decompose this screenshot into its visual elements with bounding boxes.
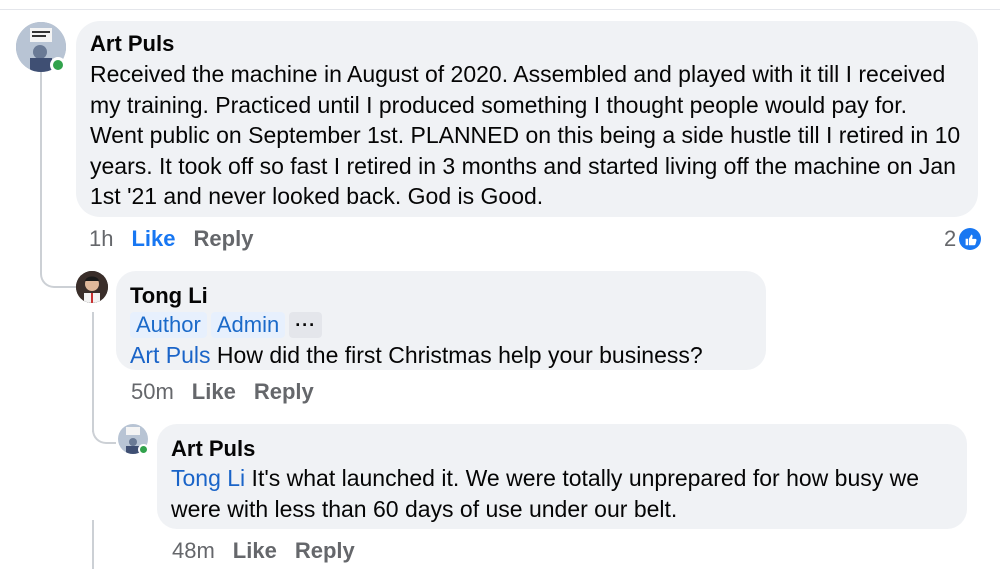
thread-line-main [40, 70, 42, 270]
online-status-indicator [138, 444, 149, 455]
online-status-indicator [50, 57, 66, 73]
reply-bubble: Tong Li Author Admin ··· Art Puls How did … [116, 271, 766, 370]
avatar-tong-li[interactable] [76, 271, 108, 303]
reply-timestamp[interactable]: 48m [172, 538, 215, 563]
profile-picture-icon [76, 271, 108, 303]
reply-text: Tong Li It's what launched it. We were t… [171, 463, 953, 524]
top-divider [0, 9, 1000, 10]
author-badge: Author [130, 312, 207, 338]
reply-button[interactable]: Reply [194, 226, 254, 251]
thread-line-reply [92, 312, 94, 432]
comment-bubble: Art Puls Received the machine in August … [76, 21, 978, 217]
like-button[interactable]: Like [192, 379, 236, 404]
thread-line-continue [92, 520, 94, 569]
like-icon [959, 228, 982, 250]
reply-timestamp[interactable]: 50m [131, 379, 174, 404]
reply-actions: 50m Like Reply [131, 379, 332, 405]
thread-curve-reply-1 [40, 262, 76, 288]
like-button[interactable]: Like [131, 226, 175, 251]
reply-text-body: How did the first Christmas help your bu… [210, 342, 703, 368]
reply-actions: 48m Like Reply [172, 538, 373, 564]
mention-link[interactable]: Art Puls [130, 342, 211, 368]
reply-author[interactable]: Tong Li [130, 283, 752, 309]
comment-author[interactable]: Art Puls [90, 31, 964, 57]
reply-author[interactable]: Art Puls [171, 436, 953, 462]
more-options-icon[interactable]: ··· [289, 312, 323, 338]
like-button[interactable]: Like [233, 538, 277, 563]
reply-button[interactable]: Reply [254, 379, 314, 404]
admin-badge: Admin [210, 312, 286, 338]
comment-actions: 1h Like Reply [89, 226, 271, 252]
reply-text: Art Puls How did the first Christmas hel… [130, 340, 752, 371]
thread-curve-reply-2 [92, 424, 116, 444]
reaction-summary[interactable]: 2 [944, 226, 982, 252]
reply-bubble: Art Puls Tong Li It's what launched it. … [157, 424, 967, 529]
reply-text-body: It's what launched it. We were totally u… [171, 465, 920, 522]
mention-link[interactable]: Tong Li [171, 465, 245, 491]
comment-timestamp[interactable]: 1h [89, 226, 113, 251]
reply-button[interactable]: Reply [295, 538, 355, 563]
reaction-count: 2 [944, 226, 957, 251]
comment-text: Received the machine in August of 2020. … [90, 61, 961, 209]
